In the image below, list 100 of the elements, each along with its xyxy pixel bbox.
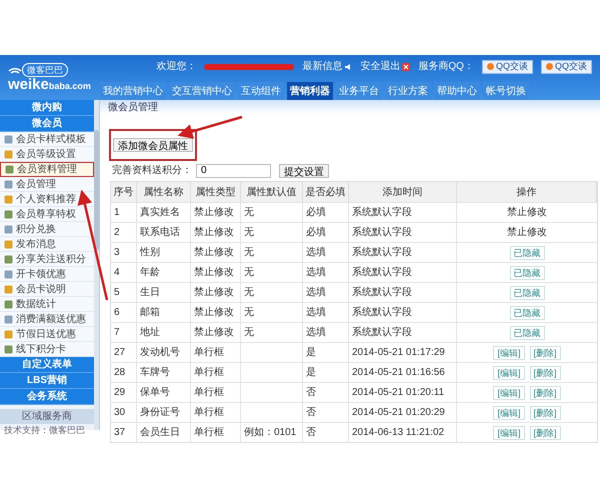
breadcrumb: 微会员管理 [108,100,158,114]
sidebar-item[interactable]: 会员卡样式模板 [0,132,94,147]
table-cell: 2 [111,223,137,242]
action-button[interactable]: [删除] [530,366,561,380]
table-cell: 27 [111,343,137,362]
close-icon [402,62,410,70]
table-cell: 例如：0101 [241,423,303,442]
table-cell: 是 [303,343,349,362]
table-cell: 系统默认字段 [349,283,457,302]
nav-tab[interactable]: 业务平台 [336,82,382,100]
table-cell: 单行框 [191,383,241,402]
action-button[interactable]: 已隐藏 [510,306,544,320]
sidebar-section[interactable]: 自定义表单 [0,357,94,373]
action-button[interactable]: [编辑] [493,386,524,400]
sidebar-section[interactable]: 微内购 [0,100,94,116]
sidebar-item[interactable]: 开卡领优惠 [0,267,94,282]
action-button[interactable]: [编辑] [493,406,524,420]
nav-tab[interactable]: 行业方案 [385,82,431,100]
qq-chat-button[interactable]: QQ交谈 [540,60,592,74]
scrollbar[interactable] [94,100,99,430]
table-cell: 6 [111,303,137,322]
table-cell: 选填 [303,323,349,342]
sidebar-item[interactable]: 节假日送优惠 [0,327,94,342]
nav-tab[interactable]: 我的营销中心 [100,82,166,100]
action-button[interactable]: [删除] [530,426,561,440]
sidebar-section[interactable]: 微会员 [0,116,94,132]
table-cell: 禁止修改 [191,283,241,302]
table-cell: 否 [303,383,349,402]
sidebar-item[interactable]: 消费满额送优惠 [0,312,94,327]
add-attribute-button[interactable]: 添加微会员属性 [113,138,193,152]
table-cell: 29 [111,383,137,402]
sidebar-item[interactable]: 会员资料管理 [0,162,94,177]
header-link[interactable]: 安全退出 [360,59,410,74]
table-cell: 必填 [303,203,349,222]
sidebar-item[interactable]: 积分兑换 [0,222,94,237]
sidebar-item[interactable]: 个人资料推荐 [0,192,94,207]
sidebar-section[interactable]: 会务系统 [0,389,94,405]
nav-tab[interactable]: 营销利器 [287,82,333,100]
sidebar-item[interactable]: 数据统计 [0,297,94,312]
nav-tab[interactable]: 交互营销中心 [169,82,235,100]
table-cell: 系统默认字段 [349,263,457,282]
table-cell: 生日 [137,283,191,302]
action-button[interactable]: [编辑] [493,346,524,360]
table-cell: 系统默认字段 [349,243,457,262]
action-button[interactable]: [编辑] [493,366,524,380]
welcome-text: 欢迎您： [156,60,196,74]
column-header: 属性默认值 [241,182,303,202]
action-button[interactable]: [删除] [530,346,561,360]
action-button[interactable]: [编辑] [493,426,524,440]
table-cell: 系统默认字段 [349,223,457,242]
action-button[interactable]: [删除] [530,386,561,400]
table-cell: 37 [111,423,137,442]
table-cell: 无 [241,203,303,222]
action-button[interactable]: 已隐藏 [510,326,544,340]
logo-badge: 微客巴巴 [22,63,68,77]
action-button[interactable]: 已隐藏 [510,246,544,260]
speaker-icon [344,62,352,70]
table-cell: 无 [241,263,303,282]
annotation-arrow [178,116,242,139]
column-header: 是否必填 [303,182,349,202]
table-cell: 2014-05-21 01:20:11 [349,383,457,402]
table-cell: 单行框 [191,343,241,362]
header-link[interactable]: 最新信息 [302,59,352,74]
action-button[interactable]: 已隐藏 [510,286,544,300]
nav-tab[interactable]: 帮助中心 [434,82,480,100]
table-cell: 选填 [303,263,349,282]
sidebar-item[interactable]: 线下积分卡 [0,342,94,357]
sidebar-section[interactable]: LBS营销 [0,373,94,389]
submit-button[interactable]: 提交设置 [279,164,329,178]
table-cell: 是 [303,363,349,382]
sidebar-item[interactable]: 会员尊享特权 [0,207,94,222]
table-cell: 否 [303,423,349,442]
table-cell: 无 [241,243,303,262]
table-cell: 必填 [303,223,349,242]
sidebar-item[interactable]: 发布消息 [0,237,94,252]
sidebar-item[interactable]: 会员等级设置 [0,147,94,162]
qq-chat-button[interactable]: QQ交谈 [482,60,533,74]
table-cell: 性别 [137,243,191,262]
table-cell: 选填 [303,283,349,302]
column-header: 操作 [457,182,597,202]
nav-tab[interactable]: 互动组件 [238,82,284,100]
table-cell: 真实姓名 [137,203,191,222]
action-text: 禁止修改 [507,226,547,240]
logo-domain: baba.com [48,82,91,91]
table-cell: 选填 [303,303,349,322]
action-button[interactable]: [删除] [530,406,561,420]
sidebar-item[interactable]: 会员管理 [0,177,94,192]
table-cell: 年龄 [137,263,191,282]
table-cell: 28 [111,363,137,382]
table-cell: 联系电话 [137,223,191,242]
column-header: 添加时间 [349,182,457,202]
points-input[interactable]: 0 [196,164,271,178]
sidebar-item[interactable]: 会员卡说明 [0,282,94,297]
action-button[interactable]: 已隐藏 [510,266,544,280]
table-cell: 选填 [303,243,349,262]
nav-tab[interactable]: 帐号切换 [483,82,529,100]
table-cell: 系统默认字段 [349,203,457,222]
table-cell: 否 [303,403,349,422]
sidebar-item[interactable]: 分享关注送积分 [0,252,94,267]
table-cell: 发动机号 [137,343,191,362]
